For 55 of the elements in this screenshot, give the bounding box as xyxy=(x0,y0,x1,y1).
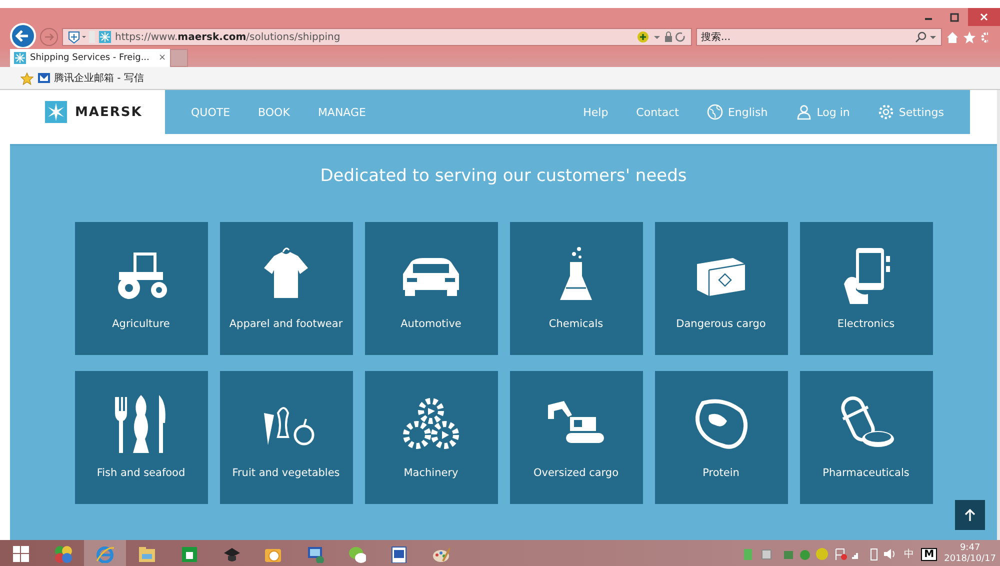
lock-refresh-icon[interactable] xyxy=(653,31,687,43)
input-mode-indicator[interactable]: M xyxy=(921,548,938,560)
search-field[interactable]: 搜索... xyxy=(701,32,915,42)
favorites-star-icon[interactable] xyxy=(20,72,34,84)
category-tile[interactable]: Fish and seafood xyxy=(74,371,208,504)
category-tile[interactable]: Fruit and vegetables xyxy=(220,371,352,504)
shield-icon[interactable] xyxy=(67,30,95,44)
close-button[interactable] xyxy=(968,8,1000,26)
browser-e-icon xyxy=(96,545,114,563)
category-tile[interactable]: Machinery xyxy=(364,371,498,504)
up-arrow-icon xyxy=(963,508,977,522)
battery-volume-icon[interactable] xyxy=(869,547,898,561)
close-tab-button[interactable]: × xyxy=(158,53,166,63)
search-box[interactable]: 搜索... xyxy=(696,28,942,46)
monitor-icon xyxy=(306,545,324,563)
globe-icon xyxy=(706,104,723,120)
category-tile[interactable]: Chemicals xyxy=(510,222,642,355)
document-w-icon xyxy=(390,545,408,563)
browser-tab[interactable]: Shipping Services - Freig... × xyxy=(10,49,170,67)
input-method-indicator[interactable]: 中 xyxy=(904,547,914,561)
chat-bubbles-icon xyxy=(348,545,366,563)
paint-palette-icon xyxy=(432,545,450,563)
headline: Dedicated to serving our customers' needs xyxy=(320,166,687,188)
site-favicon-icon xyxy=(99,31,111,43)
address-bar[interactable]: https://www.maersk.com/solutions/shipping xyxy=(62,28,692,46)
category-tile[interactable]: Dangerous cargo xyxy=(654,222,788,355)
close-icon xyxy=(979,12,989,22)
url-text: https://www.maersk.com/solutions/shipping xyxy=(115,32,342,42)
back-button[interactable] xyxy=(10,23,36,49)
gear-icon[interactable] xyxy=(980,30,988,44)
category-tile[interactable]: Apparel and footwear xyxy=(220,222,352,355)
favorite-link[interactable]: 腾讯企业邮箱 - 写信 xyxy=(38,71,144,85)
category-tile[interactable]: Pharmaceuticals xyxy=(800,371,932,504)
colorful-circles-icon xyxy=(54,545,72,563)
graduation-cap-icon xyxy=(222,545,240,563)
category-tile[interactable]: Agriculture xyxy=(74,222,208,355)
restore-icon xyxy=(950,12,960,22)
star-icon[interactable] xyxy=(963,30,976,44)
home-icon[interactable] xyxy=(946,30,959,44)
search-icon[interactable] xyxy=(915,31,937,43)
star-logo-icon xyxy=(45,101,67,123)
settings-icon xyxy=(878,104,894,120)
category-tile[interactable]: Oversized cargo xyxy=(510,371,642,504)
site-favicon-icon xyxy=(14,52,26,64)
folder-icon xyxy=(138,545,156,563)
category-tile[interactable]: Automotive xyxy=(364,222,498,355)
windows-start-icon xyxy=(12,545,30,563)
user-icon xyxy=(796,104,812,120)
category-tile[interactable]: Protein xyxy=(654,371,788,504)
brand-name[interactable]: MAERSK xyxy=(75,104,142,120)
mail-icon xyxy=(38,73,50,83)
scroll-to-top-button[interactable] xyxy=(955,500,985,530)
plus-circle-icon[interactable] xyxy=(637,31,649,43)
store-bag-icon xyxy=(180,545,198,563)
category-tile[interactable]: Electronics xyxy=(800,222,932,355)
